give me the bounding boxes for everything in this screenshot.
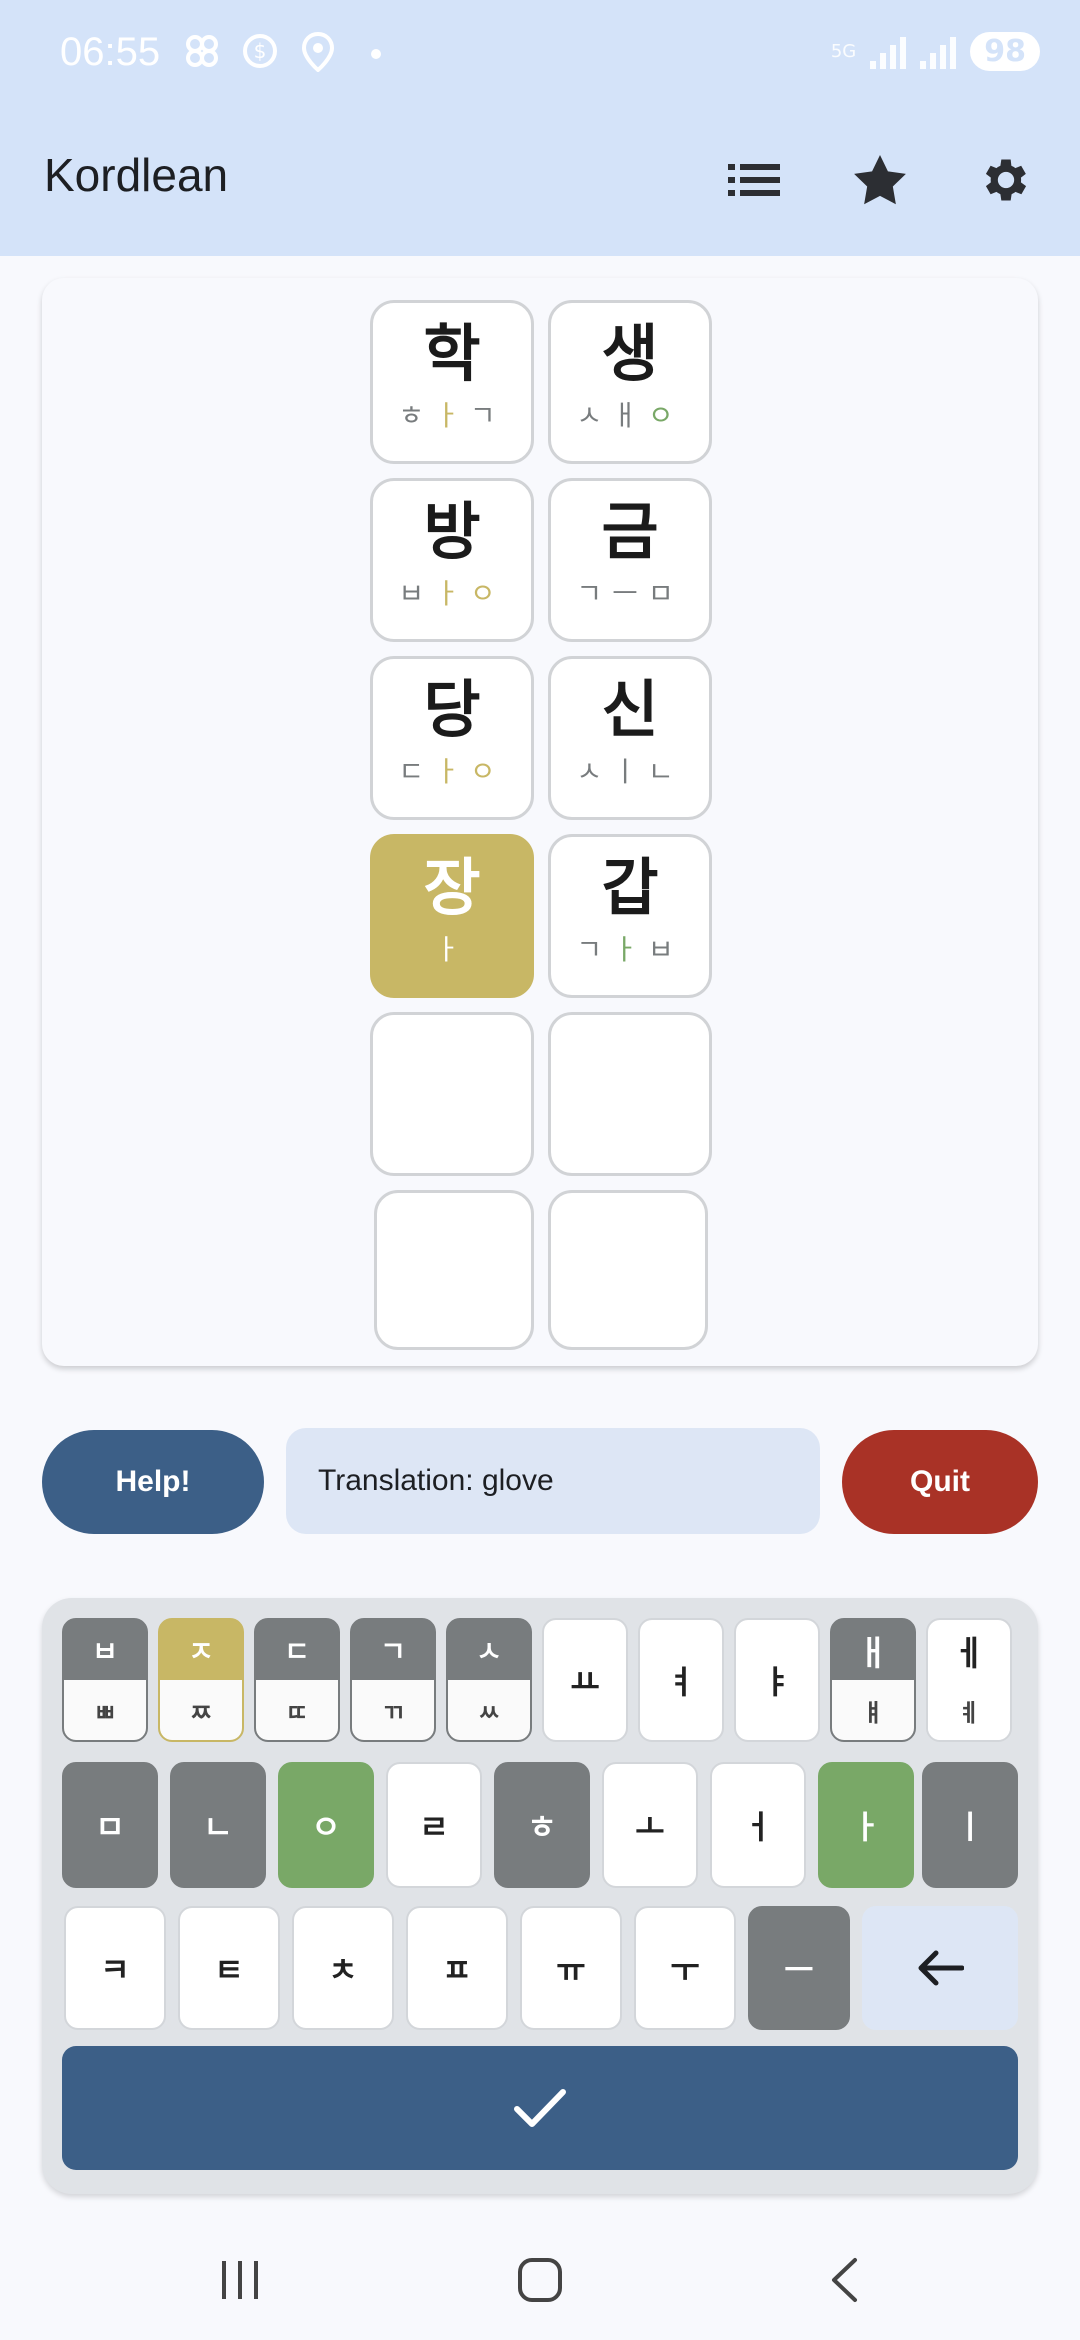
tile-syllable: 신 xyxy=(601,673,659,746)
key-primary: ㅂ xyxy=(64,1620,146,1680)
tile-r2-c1: 방 ㅂㅏㅇ xyxy=(370,478,534,642)
app-bar: Kordlean xyxy=(0,110,1080,256)
quit-button[interactable]: Quit xyxy=(842,1430,1038,1534)
tile-syllable: 방 xyxy=(423,495,481,568)
key-tieut[interactable]: ㅌ xyxy=(178,1906,280,2030)
tile-jamo: ㅏ xyxy=(434,933,470,966)
signal-icon xyxy=(870,35,907,69)
tile-jamo: ㅎㅏㄱ xyxy=(398,399,506,432)
backspace-button[interactable] xyxy=(862,1906,1018,2030)
tile-syllable: 장 xyxy=(423,851,481,924)
key-i[interactable]: ㅣ xyxy=(922,1762,1018,1888)
tile-r2-c2: 금 ㄱㅡㅁ xyxy=(548,478,712,642)
key-primary: ㅐ xyxy=(832,1620,914,1680)
list-icon[interactable] xyxy=(718,144,790,216)
tile-jamo: ㄷㅏㅇ xyxy=(398,755,506,788)
recent-apps-icon[interactable] xyxy=(200,2250,280,2310)
tile-r3-c1: 당 ㄷㅏㅇ xyxy=(370,656,534,820)
status-system-icons: 5G 98 xyxy=(831,32,1040,71)
home-icon[interactable] xyxy=(500,2250,580,2310)
key-a[interactable]: ㅏ xyxy=(818,1762,914,1888)
key-giyeok[interactable]: ㄱ ㄲ xyxy=(350,1618,436,1742)
status-notification-icons: $ xyxy=(180,31,398,81)
tile-r3-c2: 신 ㅅㅣㄴ xyxy=(548,656,712,820)
key-secondary: ㄲ xyxy=(352,1680,434,1740)
key-ya[interactable]: ㅑ xyxy=(734,1618,820,1742)
network-label: 5G xyxy=(830,40,857,62)
gear-icon[interactable] xyxy=(970,144,1042,216)
key-primary: ㄱ xyxy=(352,1620,434,1680)
tile-syllable: 갑 xyxy=(601,851,659,924)
tile-r6-c1 xyxy=(374,1190,534,1350)
tile-syllable: 당 xyxy=(423,673,481,746)
key-e[interactable]: ㅔ ㅖ xyxy=(926,1618,1012,1742)
key-ieung[interactable]: ㅇ xyxy=(278,1762,374,1888)
key-o[interactable]: ㅗ xyxy=(602,1762,698,1888)
key-nieun[interactable]: ㄴ xyxy=(170,1762,266,1888)
tile-jamo: ㄱㅏㅂ xyxy=(576,933,684,966)
key-yeo[interactable]: ㅕ xyxy=(638,1618,724,1742)
key-secondary: ㅃ xyxy=(64,1680,146,1740)
tile-r1-c1: 학 ㅎㅏㄱ xyxy=(370,300,534,464)
key-hieut[interactable]: ㅎ xyxy=(494,1762,590,1888)
key-yu[interactable]: ㅠ xyxy=(520,1906,622,2030)
key-secondary: ㅖ xyxy=(928,1680,1010,1740)
battery-level: 98 xyxy=(970,32,1040,71)
key-eu[interactable]: ㅡ xyxy=(748,1906,850,2030)
system-nav-bar xyxy=(0,2220,1080,2340)
svg-text:$: $ xyxy=(254,39,267,63)
key-kieuk[interactable]: ㅋ xyxy=(64,1906,166,2030)
key-rieul[interactable]: ㄹ xyxy=(386,1762,482,1888)
coin-icon: $ xyxy=(238,32,282,81)
tile-jamo: ㅂㅏㅇ xyxy=(398,577,506,610)
app-title: Kordlean xyxy=(44,149,229,201)
key-chieut[interactable]: ㅊ xyxy=(292,1906,394,2030)
submit-button[interactable] xyxy=(62,2046,1018,2170)
key-u[interactable]: ㅜ xyxy=(634,1906,736,2030)
key-siot[interactable]: ㅅ ㅆ xyxy=(446,1618,532,1742)
key-ae[interactable]: ㅐ ㅒ xyxy=(830,1618,916,1742)
star-icon[interactable] xyxy=(844,144,916,216)
tile-syllable: 학 xyxy=(423,317,481,390)
status-bar: 06:55 $ 5G 98 xyxy=(0,0,1080,110)
tile-syllable: 금 xyxy=(601,495,659,568)
tile-jamo: ㅅㅐㅇ xyxy=(576,399,684,432)
key-secondary: ㄸ xyxy=(256,1680,338,1740)
key-secondary: ㅉ xyxy=(160,1680,242,1740)
tile-r5-c2 xyxy=(548,1012,712,1176)
dot-icon xyxy=(354,32,398,81)
key-digeut[interactable]: ㄷ ㄸ xyxy=(254,1618,340,1742)
key-primary: ㅈ xyxy=(160,1620,242,1680)
tile-r1-c2: 생 ㅅㅐㅇ xyxy=(548,300,712,464)
key-jieut[interactable]: ㅈ ㅉ xyxy=(158,1618,244,1742)
back-icon[interactable] xyxy=(804,2250,884,2310)
fan-icon xyxy=(180,32,224,81)
key-primary: ㅔ xyxy=(953,1633,985,1674)
tile-r4-c1: 장 ㅏ xyxy=(370,834,534,998)
key-mieum[interactable]: ㅁ xyxy=(62,1762,158,1888)
translation-text: Translation: glove xyxy=(286,1428,820,1534)
key-primary: ㄷ xyxy=(256,1620,338,1680)
key-pieup[interactable]: ㅍ xyxy=(406,1906,508,2030)
key-secondary: ㅆ xyxy=(448,1680,530,1740)
tile-syllable: 생 xyxy=(601,317,659,390)
guess-board: 학 ㅎㅏㄱ 생 ㅅㅐㅇ 방 ㅂㅏㅇ 금 ㄱㅡㅁ 당 ㄷㅏㅇ 신 ㅅㅣㄴ 장 ㅏ … xyxy=(42,278,1038,1366)
tile-r5-c1 xyxy=(370,1012,534,1176)
key-secondary: ㅒ xyxy=(832,1680,914,1740)
hangul-keyboard: ㅂ ㅃ ㅈ ㅉ ㄷ ㄸ ㄱ ㄲ ㅅ ㅆ ㅛ ㅕ ㅑ ㅐ ㅒ ㅔ ㅖ ㅁ ㄴ ㅇ … xyxy=(42,1598,1038,2194)
key-yo[interactable]: ㅛ xyxy=(542,1618,628,1742)
key-bieup[interactable]: ㅂ ㅃ xyxy=(62,1618,148,1742)
tile-jamo: ㄱㅡㅁ xyxy=(576,577,684,610)
key-primary: ㅅ xyxy=(448,1620,530,1680)
tile-r4-c2: 갑 ㄱㅏㅂ xyxy=(548,834,712,998)
backspace-arrow-icon xyxy=(918,1950,964,1986)
key-eo[interactable]: ㅓ xyxy=(710,1762,806,1888)
tile-jamo: ㅅㅣㄴ xyxy=(576,755,684,788)
tile-r6-c2 xyxy=(548,1190,708,1350)
help-button[interactable]: Help! xyxy=(42,1430,264,1534)
signal-icon xyxy=(920,35,957,69)
status-time: 06:55 xyxy=(60,30,161,74)
location-icon xyxy=(296,31,340,81)
check-icon xyxy=(514,2089,566,2127)
